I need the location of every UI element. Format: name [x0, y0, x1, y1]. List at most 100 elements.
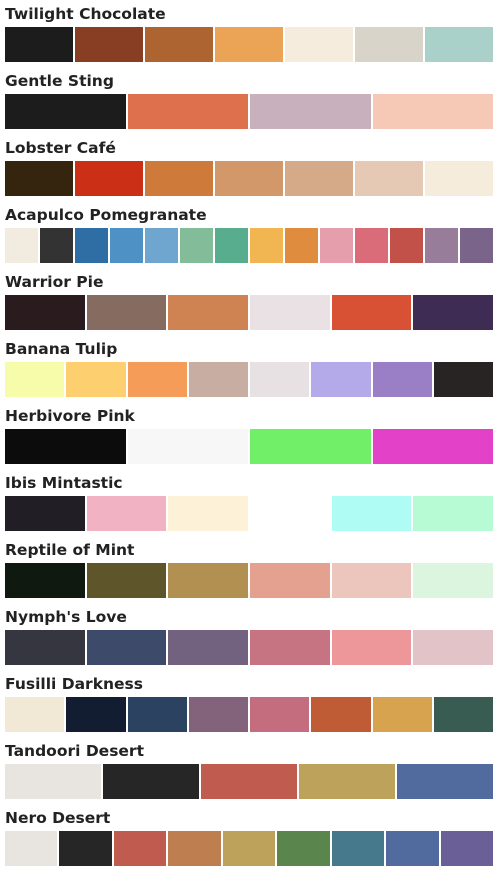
color-swatch [425, 161, 493, 196]
palette: Warrior Pie [5, 272, 494, 339]
color-swatch [180, 228, 213, 263]
color-swatch [5, 27, 73, 62]
color-swatch [86, 563, 167, 598]
color-swatch [331, 831, 385, 866]
color-swatch [250, 496, 330, 531]
color-swatch [66, 697, 126, 732]
color-swatch [413, 563, 494, 598]
color-swatch [40, 228, 73, 263]
color-swatch [311, 362, 371, 397]
swatch-row [5, 630, 494, 665]
color-swatch [5, 228, 38, 263]
color-swatch [86, 295, 167, 330]
color-swatch [250, 429, 371, 464]
color-swatch [168, 630, 249, 665]
palette-name: Herbivore Pink [5, 407, 135, 425]
palette: Tandoori Desert [5, 741, 493, 808]
swatch-row [5, 496, 494, 531]
swatch-row [5, 362, 493, 397]
palette-name: Fusilli Darkness [5, 675, 144, 693]
swatch-row [5, 563, 494, 598]
palette: Nymph's Love [5, 607, 494, 674]
palette: Herbivore Pink [5, 406, 493, 473]
palette-name: Nero Desert [5, 809, 111, 827]
swatch-row [5, 831, 493, 866]
palette-name: Lobster Café [5, 139, 116, 157]
color-swatch [372, 94, 493, 129]
color-swatch [320, 228, 353, 263]
color-swatch [250, 362, 310, 397]
swatch-row [5, 429, 493, 464]
color-swatch [311, 697, 371, 732]
palette: Gentle Sting [5, 71, 493, 138]
swatch-row [5, 295, 494, 330]
color-swatch [372, 362, 432, 397]
palette-name: Banana Tulip [5, 340, 118, 358]
palette-name: Warrior Pie [5, 273, 104, 291]
color-swatch [5, 496, 85, 531]
palette-name: Reptile of Mint [5, 541, 135, 559]
color-swatch [59, 831, 112, 866]
color-swatch [75, 228, 108, 263]
color-swatch [390, 228, 423, 263]
color-swatch [433, 362, 493, 397]
palette-name: Gentle Sting [5, 72, 114, 90]
color-swatch [372, 429, 493, 464]
palette-name: Tandoori Desert [5, 742, 144, 760]
color-swatch [215, 27, 283, 62]
color-swatch [127, 94, 248, 129]
color-swatch [66, 362, 126, 397]
color-swatch [5, 630, 85, 665]
palette: Acapulco Pomegranate [5, 205, 493, 272]
color-swatch [331, 630, 412, 665]
palette: Nero Desert [5, 808, 493, 875]
color-swatch [285, 27, 353, 62]
color-swatch [250, 630, 330, 665]
color-swatch [75, 27, 143, 62]
color-swatch [250, 295, 330, 330]
palette: Fusilli Darkness [5, 674, 493, 741]
color-swatch [331, 563, 412, 598]
color-swatch [5, 94, 126, 129]
color-swatch [413, 295, 494, 330]
color-swatch [113, 831, 167, 866]
color-swatch [127, 429, 248, 464]
color-swatch [127, 362, 187, 397]
color-swatch [355, 27, 423, 62]
color-swatch [75, 161, 143, 196]
palette-name: Acapulco Pomegranate [5, 206, 207, 224]
color-swatch [5, 362, 65, 397]
color-swatch [355, 228, 388, 263]
color-swatch [355, 161, 423, 196]
color-swatch [299, 764, 395, 799]
color-swatch [145, 27, 213, 62]
color-swatch [222, 831, 276, 866]
palette-list: Twilight Chocolate Gentle Sting Lobster Ca… [5, 4, 494, 875]
color-swatch [86, 496, 167, 531]
palette-name: Nymph's Love [5, 608, 127, 626]
color-swatch [433, 697, 493, 732]
color-swatch [188, 697, 248, 732]
color-swatch [425, 27, 493, 62]
color-swatch [277, 831, 330, 866]
color-swatch [110, 228, 143, 263]
swatch-row [5, 697, 493, 732]
color-swatch [103, 764, 199, 799]
color-swatch [127, 697, 187, 732]
color-swatch [188, 362, 248, 397]
palette: Ibis Mintastic [5, 473, 494, 540]
color-swatch [5, 697, 65, 732]
palette: Banana Tulip [5, 339, 493, 406]
color-swatch [86, 630, 167, 665]
palette: Twilight Chocolate [5, 4, 493, 71]
color-swatch [5, 429, 126, 464]
color-swatch [250, 228, 283, 263]
color-swatch [5, 563, 85, 598]
color-swatch [413, 630, 494, 665]
color-swatch [460, 228, 493, 263]
color-swatch [331, 496, 412, 531]
palette-name: Twilight Chocolate [5, 5, 166, 23]
palette: Reptile of Mint [5, 540, 494, 607]
swatch-row [5, 161, 493, 196]
color-swatch [5, 764, 101, 799]
